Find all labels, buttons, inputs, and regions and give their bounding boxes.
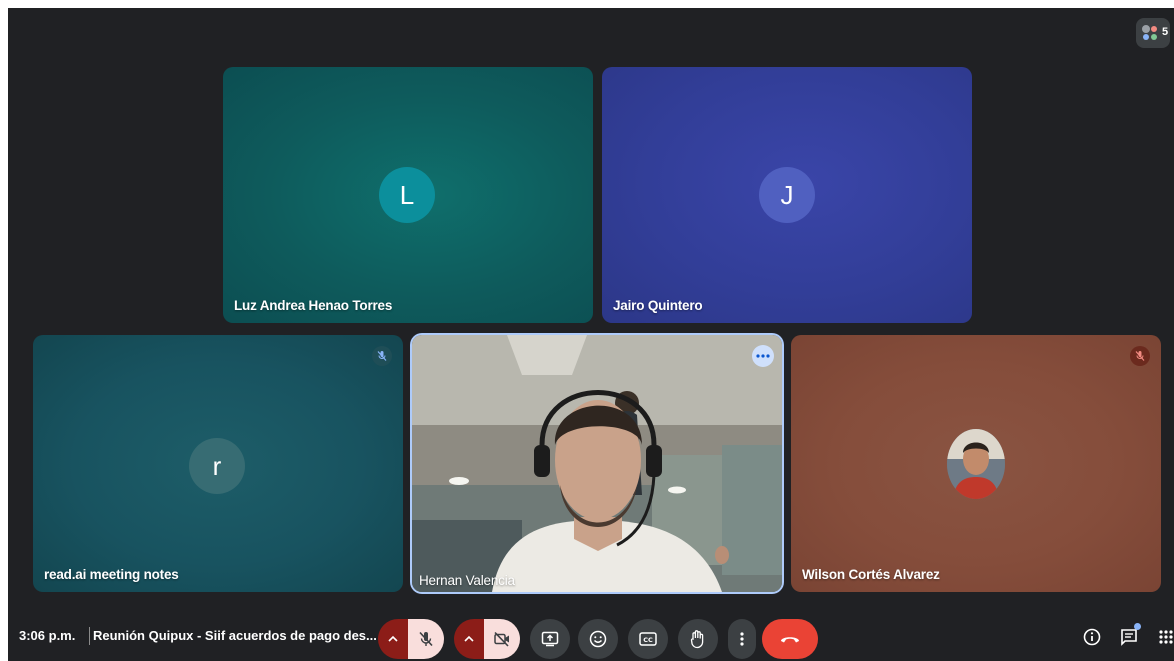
avatar: L: [379, 167, 435, 223]
meeting-time: 3:06 p.m.: [19, 628, 76, 643]
more-options-button[interactable]: [728, 619, 756, 659]
participant-tile-hernan[interactable]: Hernan Valencia: [412, 335, 782, 592]
participant-count: 5: [1162, 26, 1169, 38]
hand-icon: [690, 630, 704, 649]
participant-name: Hernan Valencia: [419, 573, 515, 588]
participants-button[interactable]: 5: [1136, 18, 1170, 48]
notification-dot: [1134, 623, 1141, 630]
emoji-icon: [589, 630, 607, 648]
meeting-details-button[interactable]: [1080, 625, 1104, 649]
avatar: J: [759, 167, 815, 223]
video-options-button[interactable]: [454, 619, 484, 659]
avatar: [947, 429, 1005, 499]
participant-name: Luz Andrea Henao Torres: [234, 298, 393, 313]
participant-tile-jairo[interactable]: J Jairo Quintero: [602, 67, 972, 323]
reactions-button[interactable]: [578, 619, 618, 659]
bottom-control-bar: 3:06 p.m. Reunión Quipux - Siif acuerdos…: [8, 613, 1174, 661]
chat-icon: [1121, 629, 1137, 646]
meeting-title: Reunión Quipux - Siif acuerdos de pago d…: [93, 628, 377, 643]
camera-off-icon: [494, 631, 509, 647]
camera-toggle-button[interactable]: [484, 619, 520, 659]
avatar: r: [189, 438, 245, 494]
participant-name: Wilson Cortés Alvarez: [802, 567, 940, 582]
mic-off-icon: [419, 631, 433, 647]
phone-hangup-icon: [781, 637, 799, 643]
chevron-up-icon: [388, 635, 398, 642]
present-screen-button[interactable]: [530, 619, 570, 659]
participant-tile-readai[interactable]: r read.ai meeting notes: [33, 335, 403, 592]
audio-options-button[interactable]: [378, 619, 408, 659]
present-icon: [541, 631, 559, 647]
people-icon: [1140, 23, 1160, 43]
apps-grid-icon: [1159, 630, 1173, 644]
participant-tile-wilson[interactable]: Wilson Cortés Alvarez: [791, 335, 1161, 592]
chevron-up-icon: [464, 635, 474, 642]
captions-button[interactable]: CC: [628, 619, 668, 659]
mic-off-icon: [372, 346, 392, 366]
participant-tile-luz[interactable]: L Luz Andrea Henao Torres: [223, 67, 593, 323]
mic-off-icon: [1130, 346, 1150, 366]
activities-button[interactable]: [1154, 625, 1174, 649]
more-vert-icon: [740, 632, 744, 646]
svg-text:CC: CC: [643, 636, 653, 644]
meeting-stage: 5 L Luz Andrea Henao Torres J Jairo Quin…: [8, 8, 1174, 661]
captions-icon: CC: [639, 632, 657, 646]
raise-hand-button[interactable]: [678, 619, 718, 659]
divider: [89, 627, 90, 645]
leave-call-button[interactable]: [762, 619, 818, 659]
video-feed: [412, 335, 782, 592]
more-horiz-icon: [756, 354, 770, 358]
info-icon: [1083, 628, 1101, 646]
participant-name: Jairo Quintero: [613, 298, 703, 313]
participant-name: read.ai meeting notes: [44, 567, 179, 582]
chat-button[interactable]: [1117, 623, 1141, 649]
mic-toggle-button[interactable]: [408, 619, 444, 659]
more-options-button[interactable]: [752, 345, 774, 367]
